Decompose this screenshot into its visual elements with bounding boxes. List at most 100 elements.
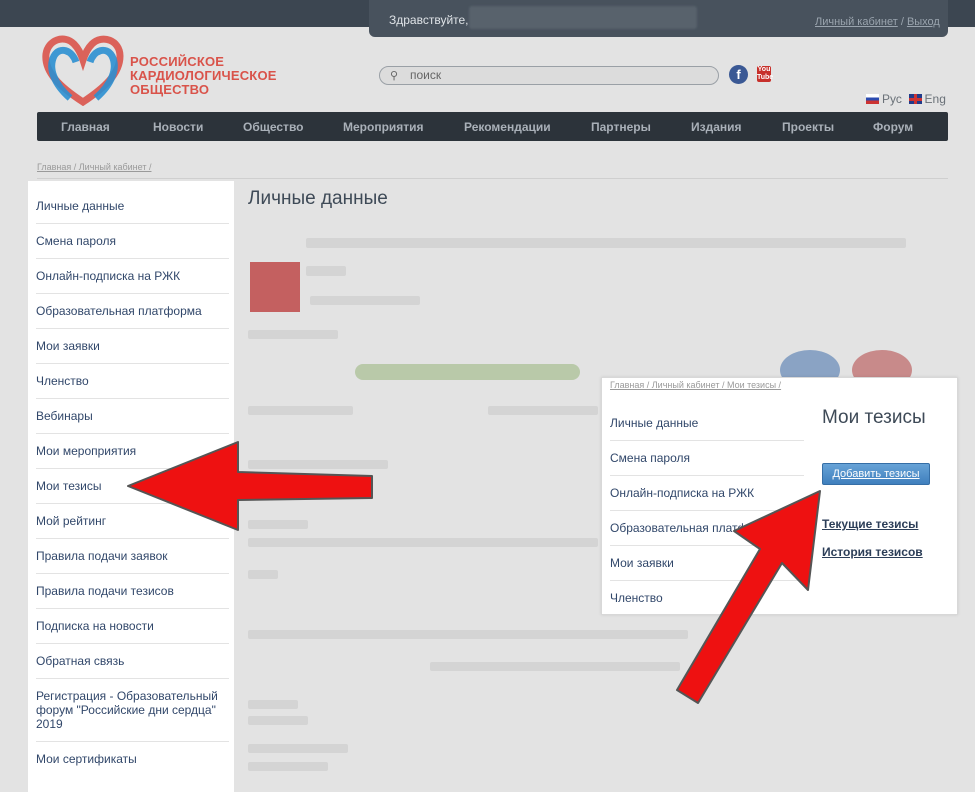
nav-item-events[interactable]: Мероприятия	[343, 120, 424, 134]
sidebar-menu: Личные данные Смена пароля Онлайн-подпис…	[28, 181, 234, 792]
nav-item-publications[interactable]: Издания	[691, 120, 742, 134]
sidebar-item-membership[interactable]: Членство	[36, 374, 229, 388]
divider	[610, 440, 804, 441]
russia-flag-icon	[866, 94, 879, 104]
main-nav: Главная Новости Общество Мероприятия Рек…	[37, 112, 948, 141]
divider	[36, 741, 229, 742]
divider	[36, 503, 229, 504]
language-switcher: Рус Eng	[866, 92, 946, 106]
nav-item-guidelines[interactable]: Рекомендации	[464, 120, 551, 134]
divider	[36, 363, 229, 364]
sidebar-item-my-abstracts[interactable]: Мои тезисы	[36, 479, 229, 493]
divider	[37, 178, 948, 179]
blurred-text	[248, 744, 348, 753]
blurred-text	[248, 716, 308, 725]
blurred-text	[248, 762, 328, 771]
sidebar-item-webinars[interactable]: Вебинары	[36, 409, 229, 423]
lang-en-link[interactable]: Eng	[925, 92, 946, 106]
lang-ru-link[interactable]: Рус	[882, 92, 902, 106]
sidebar-item-certificates[interactable]: Мои сертификаты	[36, 752, 229, 766]
sidebar-item-change-password[interactable]: Смена пароля	[36, 234, 229, 248]
divider	[36, 328, 229, 329]
divider	[610, 510, 804, 511]
divider	[36, 608, 229, 609]
blurred-text	[248, 520, 308, 529]
divider	[36, 573, 229, 574]
sidebar-item-personal-data[interactable]: Личные данные	[36, 199, 229, 213]
blurred-text	[306, 266, 346, 276]
logo-text[interactable]: РОССИЙСКОЕ КАРДИОЛОГИЧЕСКОЕ ОБЩЕСТВО	[130, 55, 277, 97]
divider	[36, 678, 229, 679]
facebook-icon[interactable]: f	[729, 65, 748, 84]
blurred-text	[310, 296, 420, 305]
divider	[36, 538, 229, 539]
abstract-history-link[interactable]: История тезисов	[822, 545, 923, 559]
account-link[interactable]: Личный кабинет	[815, 16, 898, 28]
divider	[610, 475, 804, 476]
inset-item-personal-data[interactable]: Личные данные	[610, 416, 698, 430]
greeting-text: Здравствуйте,	[389, 13, 469, 27]
breadcrumb[interactable]: Главная / Личный кабинет /	[37, 162, 151, 172]
sidebar-item-forum-registration[interactable]: Регистрация - Образовательный форум "Рос…	[36, 689, 229, 731]
logo-heart-icon[interactable]	[40, 32, 126, 106]
sidebar-item-online-subscription[interactable]: Онлайн-подписка на РЖК	[36, 269, 229, 283]
inset-item-education-platform[interactable]: Образовательная платформа	[610, 521, 776, 535]
blurred-text	[248, 630, 688, 639]
divider	[36, 258, 229, 259]
divider	[36, 223, 229, 224]
blurred-text	[248, 538, 598, 547]
sidebar-item-application-rules[interactable]: Правила подачи заявок	[36, 549, 229, 563]
inset-page-title: Мои тезисы	[822, 407, 926, 428]
account-separator: /	[897, 16, 907, 28]
logout-link[interactable]: Выход	[907, 16, 940, 28]
sidebar-item-my-applications[interactable]: Мои заявки	[36, 339, 229, 353]
abstracts-page-inset: Главная / Личный кабинет / Мои тезисы / …	[601, 377, 958, 615]
sidebar-item-education-platform[interactable]: Образовательная платформа	[36, 304, 229, 318]
divider	[36, 433, 229, 434]
blurred-avatar	[250, 262, 300, 312]
uk-flag-icon	[908, 94, 922, 104]
youtube-icon[interactable]: You Tube	[757, 66, 773, 82]
add-abstract-button[interactable]: Добавить тезисы	[822, 463, 930, 485]
logo-line: ОБЩЕСТВО	[130, 82, 210, 97]
sidebar-item-my-events[interactable]: Мои мероприятия	[36, 444, 229, 458]
blurred-bar	[355, 364, 580, 380]
logo-line: РОССИЙСКОЕ	[130, 54, 225, 69]
search-input[interactable]: ⚲ поиск	[379, 66, 719, 85]
nav-item-society[interactable]: Общество	[243, 120, 304, 134]
search-icon: ⚲	[390, 70, 399, 82]
divider	[610, 545, 804, 546]
inset-item-change-password[interactable]: Смена пароля	[610, 451, 690, 465]
current-abstracts-link[interactable]: Текущие тезисы	[822, 517, 918, 531]
nav-item-projects[interactable]: Проекты	[782, 120, 834, 134]
username-redacted	[469, 6, 697, 29]
inset-item-my-applications[interactable]: Мои заявки	[610, 556, 674, 570]
logo-line: КАРДИОЛОГИЧЕСКОЕ	[130, 68, 277, 83]
blurred-text	[248, 406, 353, 415]
account-links: Личный кабинет / Выход	[815, 16, 940, 28]
divider	[36, 398, 229, 399]
divider	[36, 643, 229, 644]
sidebar-item-feedback[interactable]: Обратная связь	[36, 654, 229, 668]
divider	[610, 580, 804, 581]
blurred-text	[248, 330, 338, 339]
sidebar-item-abstract-rules[interactable]: Правила подачи тезисов	[36, 584, 229, 598]
blurred-text	[248, 460, 388, 469]
sidebar-item-my-rating[interactable]: Мой рейтинг	[36, 514, 229, 528]
inset-item-membership[interactable]: Членство	[610, 591, 663, 605]
blurred-text	[248, 570, 278, 579]
nav-item-forum[interactable]: Форум	[873, 120, 913, 134]
divider	[36, 293, 229, 294]
blurred-text	[306, 238, 906, 248]
nav-item-home[interactable]: Главная	[61, 120, 110, 134]
inset-breadcrumb[interactable]: Главная / Личный кабинет / Мои тезисы /	[610, 380, 781, 390]
divider	[36, 468, 229, 469]
blurred-text	[248, 700, 298, 709]
nav-item-partners[interactable]: Партнеры	[591, 120, 651, 134]
blurred-text	[488, 406, 598, 415]
sidebar-item-newsletter[interactable]: Подписка на новости	[36, 619, 229, 633]
inset-item-online-subscription[interactable]: Онлайн-подписка на РЖК	[610, 486, 754, 500]
page-title: Личные данные	[248, 188, 388, 209]
blurred-text	[430, 662, 680, 671]
nav-item-news[interactable]: Новости	[153, 120, 203, 134]
